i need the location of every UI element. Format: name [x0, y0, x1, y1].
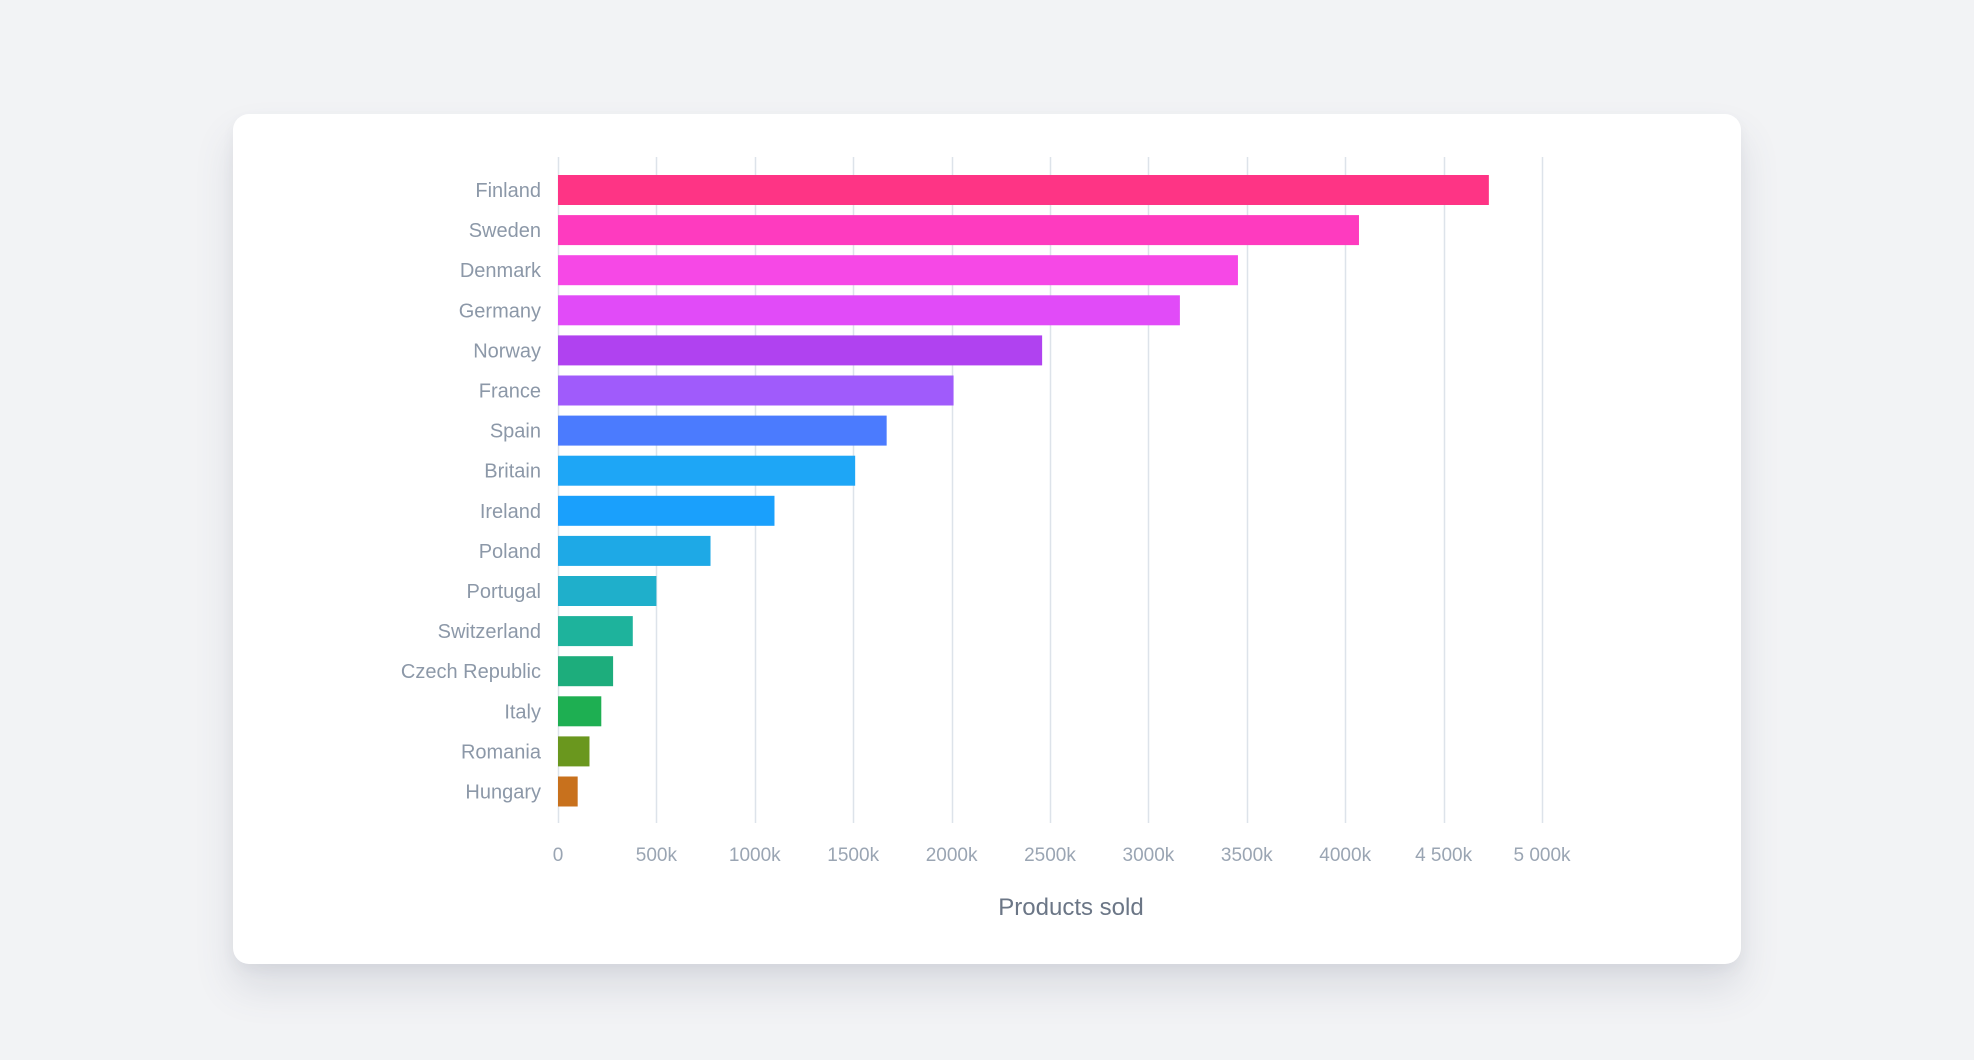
bar-romania[interactable] — [558, 736, 590, 767]
bar-norway[interactable] — [558, 335, 1043, 366]
category-label: Denmark — [460, 260, 542, 282]
x-tick-label: 3500k — [1221, 845, 1273, 866]
bar-denmark[interactable] — [558, 255, 1238, 286]
category-label: Portugal — [467, 581, 542, 603]
bar-britain[interactable] — [558, 455, 856, 486]
x-tick-label: 2000k — [926, 845, 978, 866]
x-tick-label: 1500k — [827, 845, 879, 866]
bar-czech-republic[interactable] — [558, 656, 614, 687]
bars — [558, 175, 1489, 807]
x-tick-label: 4 500k — [1415, 845, 1473, 866]
category-labels: Finland Sweden Denmark Germany Norway France S… — [401, 180, 542, 804]
category-label: Ireland — [480, 501, 541, 523]
x-tick-label: 500k — [636, 845, 678, 866]
category-label: Czech Republic — [401, 661, 541, 683]
category-label: Spain — [490, 421, 541, 443]
bar-germany[interactable] — [558, 295, 1180, 326]
x-tick-label: 4000k — [1319, 845, 1371, 866]
bar-hungary[interactable] — [558, 776, 578, 807]
x-tick-label: 0 — [553, 845, 564, 866]
bar-ireland[interactable] — [558, 495, 775, 526]
category-label: Romania — [461, 741, 542, 763]
bar-sweden[interactable] — [558, 215, 1359, 246]
bar-portugal[interactable] — [558, 576, 657, 606]
x-tick-label: 1000k — [729, 845, 781, 866]
category-label: Hungary — [465, 782, 541, 804]
category-label: France — [479, 381, 541, 403]
bar-switzerland[interactable] — [558, 616, 633, 647]
bar-finland[interactable] — [558, 175, 1489, 205]
x-tick-label: 2500k — [1024, 845, 1076, 866]
x-tick-label: 3000k — [1123, 845, 1175, 866]
bar-italy[interactable] — [558, 696, 602, 727]
category-label: Finland — [475, 180, 541, 202]
category-label: Switzerland — [438, 621, 541, 643]
x-tick-label: 5 000k — [1513, 845, 1571, 866]
category-label: Sweden — [469, 220, 541, 242]
bar-poland[interactable] — [558, 535, 711, 566]
category-label: Germany — [459, 300, 541, 322]
category-label: Britain — [484, 461, 541, 483]
category-label: Norway — [473, 340, 541, 362]
bar-chart: Finland Sweden Denmark Germany Norway France S… — [401, 157, 1571, 921]
bar-france[interactable] — [558, 375, 954, 406]
category-label: Poland — [479, 541, 541, 563]
x-axis-title: Products sold — [998, 894, 1143, 921]
bar-spain[interactable] — [558, 415, 887, 446]
x-tick-labels: 0 500k 1000k 1500k 2000k 2500k 3000k 3500k 4000k… — [553, 845, 1571, 866]
category-label: Italy — [504, 701, 541, 723]
